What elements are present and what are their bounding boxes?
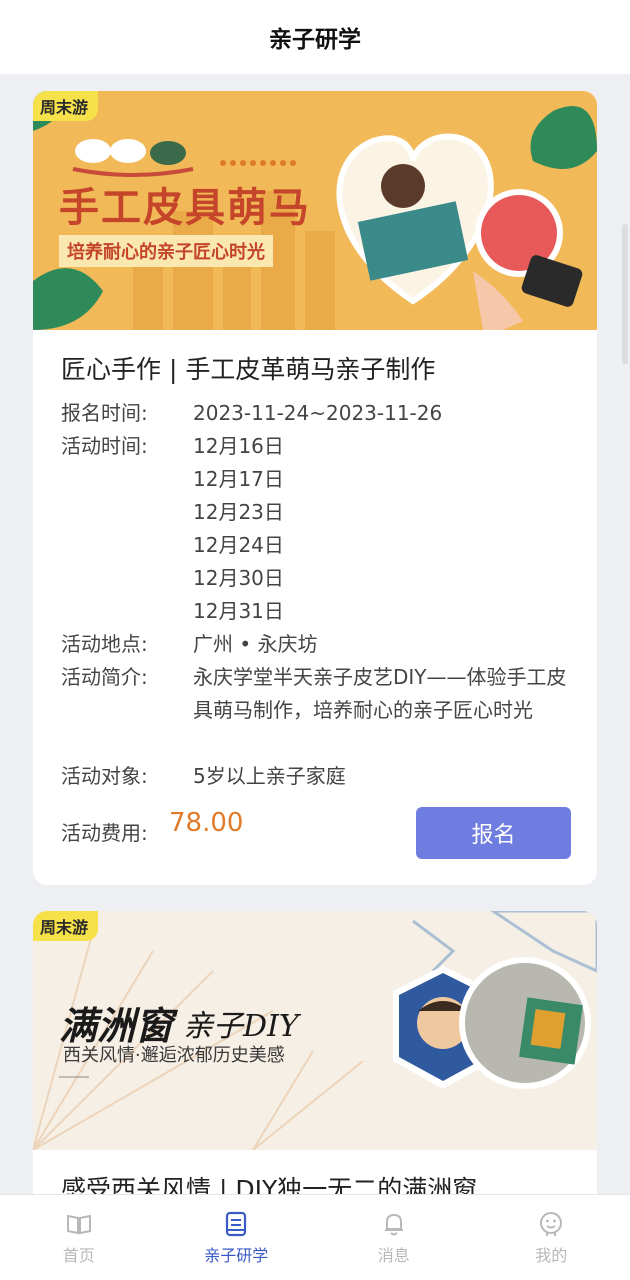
intro-label: 活动简介: [61, 665, 148, 689]
page-title: 亲子研学 [269, 27, 361, 53]
target-label: 活动对象: [61, 764, 148, 788]
smiley-face-icon [540, 1211, 563, 1236]
tab-mine-label: 我的 [535, 1245, 568, 1265]
location-value: 广州 • 永庆坊 [193, 632, 318, 656]
banner-subtitle: 西关风情·邂逅浓郁历史美感 [63, 1045, 285, 1066]
activity-date: 12月16日 [193, 434, 284, 458]
tab-home[interactable]: 首页 [0, 1195, 158, 1280]
tab-messages[interactable]: 消息 [315, 1195, 473, 1280]
register-time-value: 2023-11-24~2023-11-26 [193, 401, 443, 425]
page-header: 亲子研学 [0, 0, 630, 74]
activity-title[interactable]: 匠心手作 | 手工皮革萌马亲子制作 [61, 350, 581, 386]
activity-date: 12月31日 [193, 599, 284, 623]
book-open-icon [66, 1214, 91, 1234]
activity-date: 12月23日 [193, 500, 284, 524]
intro-value: 永庆学堂半天亲子皮艺DIY——体验手工皮具萌马制作，培养耐心的亲子匠心时光 [193, 665, 567, 722]
activity-list[interactable]: 手工皮具萌马 培养耐心的亲子匠心时光 周末游 匠心手作 | 手工皮革萌马亲子制作… [0, 74, 630, 1194]
banner-title: 手工皮具萌马 [59, 184, 311, 231]
tab-mine[interactable]: 我的 [473, 1195, 630, 1280]
activity-date: 12月17日 [193, 467, 284, 491]
scrollbar[interactable] [622, 224, 628, 364]
activity-time-label: 活动时间: [61, 434, 148, 458]
weekend-badge: 周末游 [33, 911, 99, 941]
activity-banner-image[interactable]: 满洲窗 亲子DIY 西关风情·邂逅浓郁历史美感 周末游 [33, 911, 597, 1150]
activity-card[interactable]: 满洲窗 亲子DIY 西关风情·邂逅浓郁历史美感 周末游 感受西关风情 | DIY… [33, 911, 597, 1194]
bell-icon [384, 1213, 403, 1235]
activity-title[interactable]: 感受西关风情 | DIY独一无二的满洲窗 [61, 1170, 581, 1194]
activity-card[interactable]: 手工皮具萌马 培养耐心的亲子匠心时光 周末游 匠心手作 | 手工皮革萌马亲子制作… [33, 91, 597, 885]
location-label: 活动地点: [61, 632, 148, 656]
banner-subtitle: 培养耐心的亲子匠心时光 [59, 235, 273, 267]
register-time-label: 报名时间: [61, 401, 148, 425]
activity-date: 12月24日 [193, 533, 284, 557]
fee-label: 活动费用: [61, 821, 148, 845]
fee-price: 78.00 [169, 808, 244, 838]
banner-title-secondary: 亲子DIY [183, 1009, 299, 1044]
activity-date: 12月30日 [193, 566, 284, 590]
notebook-icon [226, 1211, 247, 1236]
bottom-tab-bar: 首页 亲子研学 消息 我的 [0, 1194, 630, 1280]
tab-parent-child-study-label: 亲子研学 [204, 1245, 269, 1265]
tab-home-label: 首页 [62, 1245, 95, 1265]
signup-button[interactable]: 报名 [416, 807, 571, 859]
activity-banner-image[interactable]: 手工皮具萌马 培养耐心的亲子匠心时光 周末游 [33, 91, 597, 330]
tab-messages-label: 消息 [377, 1245, 410, 1265]
tab-parent-child-study[interactable]: 亲子研学 [158, 1195, 316, 1280]
weekend-badge: 周末游 [33, 91, 99, 121]
target-value: 5岁以上亲子家庭 [193, 764, 346, 788]
